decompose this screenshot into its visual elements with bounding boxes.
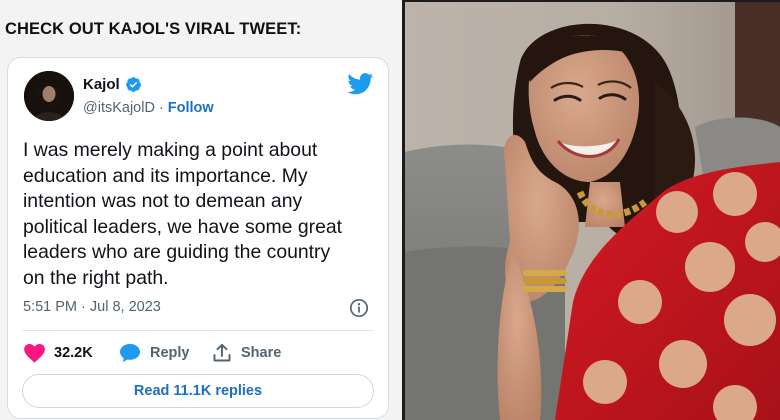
share-icon	[212, 343, 232, 363]
info-icon[interactable]	[349, 298, 369, 318]
like-count: 32.2K	[54, 345, 93, 361]
article-left-panel: CHECK OUT KAJOL'S VIRAL TWEET: Kajol @it…	[0, 0, 402, 420]
follow-button[interactable]: Follow	[168, 100, 214, 116]
speech-bubble-icon	[119, 343, 141, 363]
tweet-text: I was merely making a point about educat…	[23, 139, 343, 289]
verified-badge-icon	[125, 76, 142, 93]
avatar-image	[24, 71, 74, 121]
neck	[585, 182, 625, 227]
avatar[interactable]	[24, 71, 74, 121]
like-button[interactable]: 32.2K	[24, 343, 119, 363]
share-label: Share	[241, 345, 282, 361]
twitter-bird-icon[interactable]	[347, 73, 374, 95]
tweet-actions: 32.2K Reply Share	[24, 342, 281, 364]
divider	[22, 330, 374, 331]
reply-button[interactable]: Reply	[119, 343, 212, 363]
display-name[interactable]: Kajol	[83, 76, 120, 93]
tweet-timestamp[interactable]: 5:51 PM · Jul 8, 2023	[23, 299, 161, 315]
reply-label: Reply	[150, 345, 190, 361]
headline: CHECK OUT KAJOL'S VIRAL TWEET:	[5, 20, 302, 38]
share-button[interactable]: Share	[212, 343, 281, 363]
tweet-card[interactable]: Kajol @itsKajolD · Follow I was merely m…	[7, 57, 389, 419]
handle-row: @itsKajolD · Follow	[83, 100, 214, 116]
author-handle[interactable]: @itsKajolD	[83, 100, 155, 116]
tweet-meta-row: 5:51 PM · Jul 8, 2023	[23, 298, 373, 318]
separator-dot: ·	[158, 100, 164, 116]
kajol-photo	[405, 2, 780, 420]
gold-bangles	[523, 270, 567, 292]
read-replies-button[interactable]: Read 11.1K replies	[22, 374, 374, 408]
heart-icon	[24, 343, 45, 363]
author-name-row[interactable]: Kajol	[83, 76, 142, 93]
